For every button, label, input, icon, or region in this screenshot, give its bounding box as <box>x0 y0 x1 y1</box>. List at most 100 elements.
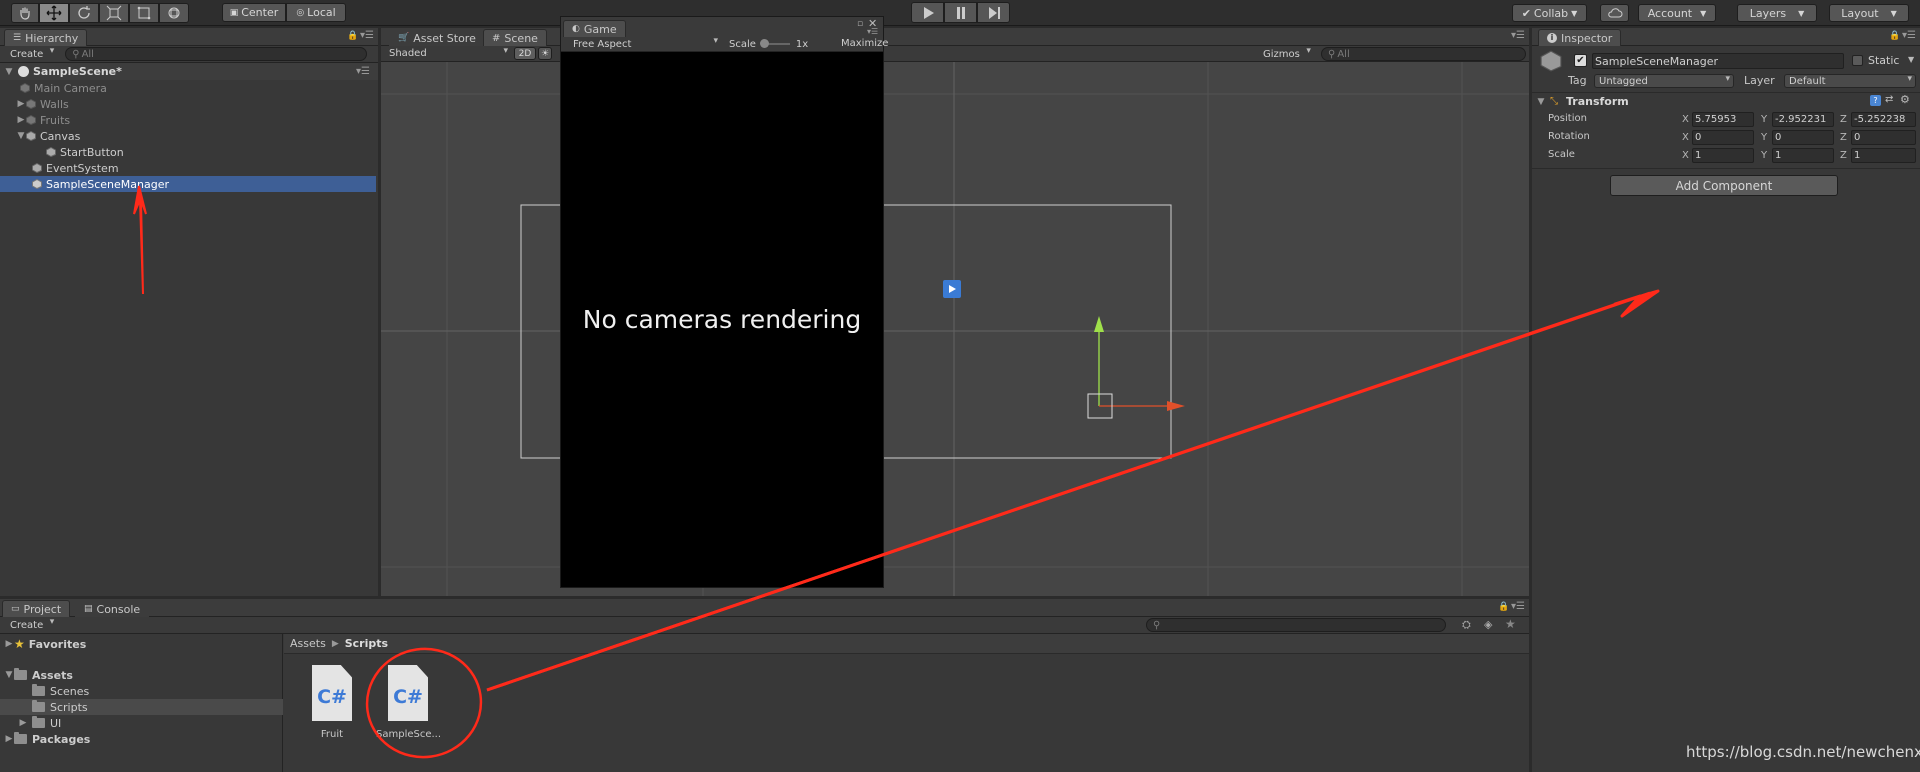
rotation-x-field[interactable]: 0 <box>1692 130 1754 145</box>
rotation-y-field[interactable]: 0 <box>1772 130 1834 145</box>
tab-game[interactable]: ◐ Game <box>563 20 626 37</box>
expand-arrow-icon[interactable]: ▼ <box>16 131 26 141</box>
expand-arrow-icon[interactable]: ▶ <box>16 99 26 109</box>
scale-tool-button[interactable] <box>99 3 129 23</box>
asset-tile-fruit[interactable]: C# Fruit <box>306 665 356 745</box>
gear-icon[interactable]: ⚙ <box>1900 93 1910 106</box>
expand-arrow-icon[interactable]: ▶ <box>16 115 26 125</box>
maximize-window-icon[interactable]: ▫ <box>857 19 863 29</box>
filter-type-icon[interactable]: ⛭ <box>1462 618 1471 632</box>
object-name-field[interactable]: SampleSceneManager <box>1592 53 1844 69</box>
shading-mode-dropdown[interactable]: Shaded <box>385 46 511 61</box>
position-x-field[interactable]: 5.75953 <box>1692 112 1754 127</box>
tree-item-scenes[interactable]: Scenes <box>32 683 89 699</box>
cloud-button[interactable] <box>1600 4 1629 22</box>
tab-hierarchy[interactable]: ☰ Hierarchy <box>4 29 88 46</box>
asset-tile-samplescenemanager[interactable]: C# SampleSce... <box>376 665 441 745</box>
tree-item-favorites[interactable]: ▶ ★ Favorites <box>4 636 87 652</box>
tree-item-packages[interactable]: ▶ Packages <box>4 731 90 747</box>
hierarchy-item-startbutton[interactable]: StartButton <box>46 144 378 160</box>
scale-slider-handle[interactable] <box>759 39 769 48</box>
tree-item-assets[interactable]: ▼ Assets <box>4 667 73 683</box>
collab-dropdown[interactable]: ✔ Collab ▼ <box>1512 4 1587 22</box>
hierarchy-item-canvas[interactable]: ▼ Canvas <box>16 128 378 144</box>
mode-2d-toggle[interactable]: 2D <box>514 47 536 60</box>
layout-dropdown[interactable]: Layout ▼ <box>1829 4 1909 22</box>
position-z-field[interactable]: -5.252238 <box>1851 112 1916 127</box>
gizmos-dropdown[interactable]: Gizmos <box>1259 46 1314 61</box>
layer-dropdown[interactable]: Default <box>1784 74 1916 88</box>
expand-arrow-icon[interactable]: ▶ <box>18 718 28 728</box>
scale-y-field[interactable]: 1 <box>1772 148 1834 163</box>
scale-slider[interactable] <box>759 39 790 48</box>
play-button[interactable] <box>911 2 944 23</box>
favorite-star-icon[interactable]: ★ <box>1505 617 1516 631</box>
tab-console[interactable]: ▤ Console <box>75 600 150 617</box>
rect-tool-button[interactable] <box>129 3 159 23</box>
hierarchy-item-eventsystem[interactable]: EventSystem <box>32 160 378 176</box>
project-search-input[interactable]: ⚲ <box>1146 618 1446 632</box>
project-create-dropdown[interactable]: Create <box>6 617 57 632</box>
breadcrumb-scripts[interactable]: Scripts <box>345 637 388 650</box>
transform-tool-button[interactable] <box>159 3 189 23</box>
panel-menu-icon[interactable]: ▾☰ <box>1511 30 1525 41</box>
chevron-down-icon[interactable]: ▼ <box>1908 55 1914 64</box>
scene-lighting-toggle[interactable]: ☀ <box>538 47 552 60</box>
tab-scene[interactable]: # Scene <box>483 29 547 46</box>
hand-tool-button[interactable] <box>11 3 39 23</box>
expand-arrow-icon[interactable]: ▶ <box>4 639 14 649</box>
static-checkbox[interactable] <box>1852 55 1863 66</box>
position-y-field[interactable]: -2.952231 <box>1772 112 1834 127</box>
aspect-dropdown[interactable]: Free Aspect <box>569 36 721 51</box>
preset-icon[interactable]: ⇄ <box>1885 94 1893 105</box>
tab-project[interactable]: ▭ Project <box>2 600 71 617</box>
lock-icon[interactable]: 🔒 <box>347 31 358 41</box>
pivot-center-button[interactable]: ▣ Center <box>222 3 286 22</box>
expand-arrow-icon[interactable]: ▼ <box>1536 97 1546 107</box>
scene-menu-icon[interactable]: ▾☰ <box>356 66 370 77</box>
move-tool-button[interactable] <box>39 3 69 23</box>
rotate-tool-button[interactable] <box>69 3 99 23</box>
button-gizmo-icon[interactable] <box>943 280 961 298</box>
rotation-z-field[interactable]: 0 <box>1851 130 1916 145</box>
breadcrumb-assets[interactable]: Assets <box>290 637 326 650</box>
panel-menu-icon[interactable]: ▾☰ <box>360 30 374 41</box>
scale-z-field[interactable]: 1 <box>1851 148 1916 163</box>
hierarchy-search-input[interactable]: ⚲ All <box>65 47 368 61</box>
hierarchy-item-main-camera[interactable]: Main Camera <box>20 80 378 96</box>
expand-arrow-icon[interactable]: ▶ <box>4 734 14 744</box>
hierarchy-item-samplescenemanager[interactable]: SampleSceneManager <box>0 176 376 192</box>
panel-menu-icon[interactable]: ▾☰ <box>867 27 878 36</box>
maximize-on-play-toggle[interactable]: Maximize <box>841 38 888 49</box>
scale-x-field[interactable]: 1 <box>1692 148 1754 163</box>
layers-dropdown[interactable]: Layers ▼ <box>1737 4 1817 22</box>
tab-inspector[interactable]: i Inspector <box>1538 29 1622 46</box>
playback-controls <box>911 2 1010 23</box>
pause-button[interactable] <box>944 2 977 23</box>
account-dropdown[interactable]: Account ▼ <box>1638 4 1716 22</box>
lock-icon[interactable]: 🔒 <box>1498 602 1509 612</box>
panel-menu-icon[interactable]: ▾☰ <box>1511 601 1525 612</box>
move-gizmo[interactable] <box>1081 310 1201 420</box>
hierarchy-item-fruits[interactable]: ▶ Fruits <box>16 112 378 128</box>
active-checkbox[interactable]: ✔ <box>1574 54 1587 67</box>
add-component-button[interactable]: Add Component <box>1610 175 1838 196</box>
help-icon[interactable]: ? <box>1870 95 1881 106</box>
scene-canvas[interactable] <box>381 62 1529 596</box>
panel-menu-icon[interactable]: ▾☰ <box>1902 30 1916 41</box>
lock-icon[interactable]: 🔒 <box>1889 31 1900 41</box>
expand-arrow-icon[interactable]: ▼ <box>4 670 14 680</box>
filter-label-icon[interactable]: ◈ <box>1484 618 1492 631</box>
hierarchy-item-walls[interactable]: ▶ Walls <box>16 96 378 112</box>
tab-asset-store[interactable]: 🛒 Asset Store <box>389 29 485 46</box>
hierarchy-create-dropdown[interactable]: Create <box>6 46 57 61</box>
tree-item-ui[interactable]: ▶ UI <box>18 715 61 731</box>
hierarchy-scene-header[interactable]: ▼ SampleScene* ▾☰ <box>0 63 378 80</box>
step-button[interactable] <box>977 2 1010 23</box>
tree-item-scripts[interactable]: Scripts <box>0 699 283 715</box>
tag-dropdown[interactable]: Untagged <box>1594 74 1734 88</box>
expand-arrow-icon[interactable]: ▼ <box>4 67 14 77</box>
scene-search-input[interactable]: ⚲ All <box>1321 47 1526 61</box>
transform-component-header[interactable]: ▼ ⤡ Transform ? ⇄ ⚙ <box>1532 92 1920 110</box>
pivot-local-button[interactable]: ◎ Local <box>286 3 346 22</box>
